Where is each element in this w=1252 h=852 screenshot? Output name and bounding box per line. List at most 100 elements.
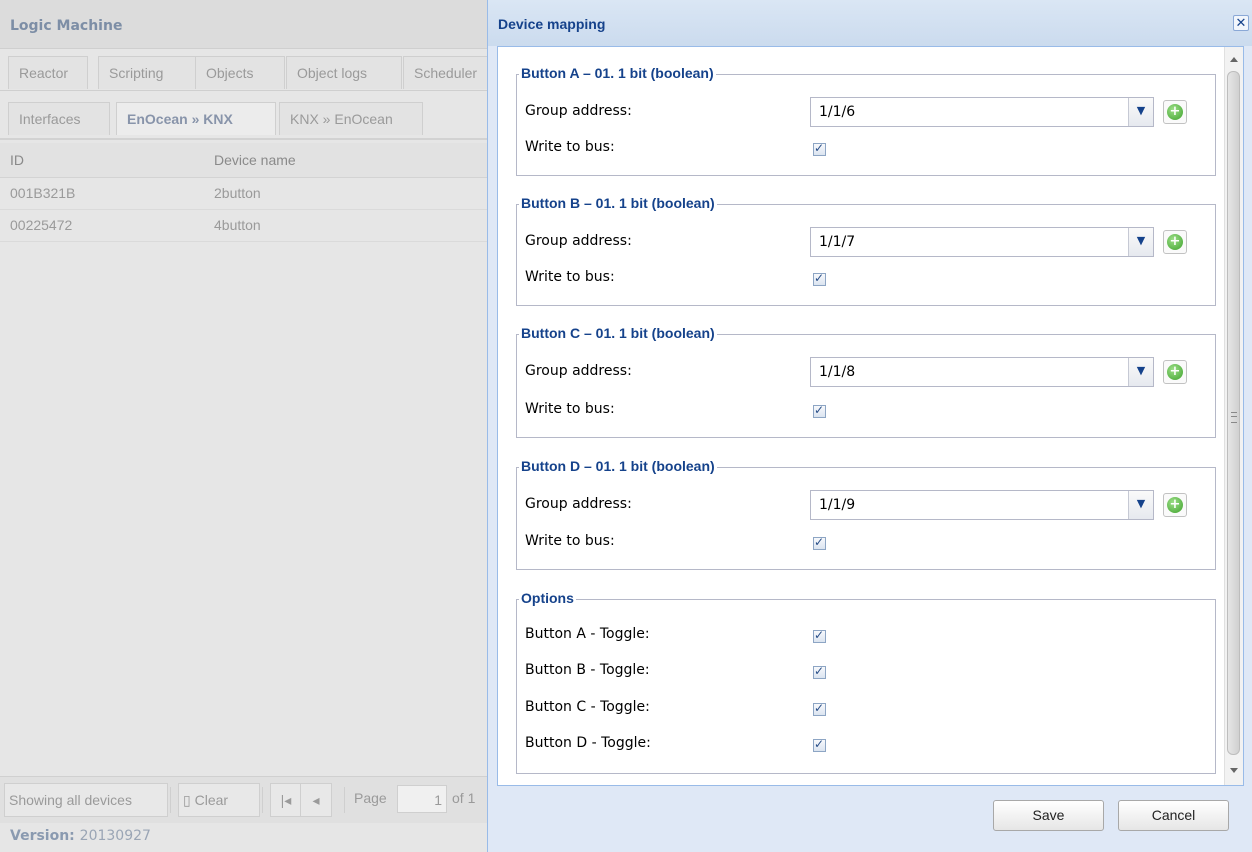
tab-scheduler[interactable]: Scheduler bbox=[403, 56, 489, 89]
write-to-bus-label: Write to bus: bbox=[525, 269, 615, 285]
add-group-address-button[interactable]: + bbox=[1163, 493, 1187, 517]
app-title: Logic Machine bbox=[10, 18, 123, 34]
prev-page-icon[interactable]: ◂ bbox=[300, 783, 332, 817]
toolbar-separator bbox=[262, 787, 263, 813]
fieldset-legend: Button D – 01. 1 bit (boolean) bbox=[519, 458, 717, 474]
group-address-label: Group address: bbox=[525, 496, 632, 512]
toggle-checkbox-a[interactable]: ✓ bbox=[813, 628, 826, 643]
fieldset-legend: Button B – 01. 1 bit (boolean) bbox=[519, 195, 717, 211]
fieldset-button-b: Button B – 01. 1 bit (boolean) Group add… bbox=[516, 195, 1216, 306]
scroll-down-icon[interactable] bbox=[1230, 768, 1238, 773]
tab-enocean-knx[interactable]: EnOcean » KNX bbox=[116, 102, 276, 135]
version-info: Version: 20130927 bbox=[10, 828, 151, 844]
row-device-name: 2button bbox=[214, 185, 261, 201]
chevron-down-icon: ▼ bbox=[1136, 104, 1146, 117]
toolbar-separator bbox=[170, 787, 171, 813]
write-to-bus-label: Write to bus: bbox=[525, 139, 615, 155]
group-address-value: 1/1/8 bbox=[819, 364, 856, 380]
group-address-combo[interactable]: 1/1/9 ▼ bbox=[810, 490, 1154, 520]
group-address-label: Group address: bbox=[525, 103, 632, 119]
fieldset-legend: Button C – 01. 1 bit (boolean) bbox=[519, 325, 717, 341]
page-number-input[interactable]: 1 bbox=[397, 785, 447, 813]
grid-header: ID Device name bbox=[0, 143, 487, 178]
toggle-label-d: Button D - Toggle: bbox=[525, 735, 651, 751]
write-to-bus-checkbox[interactable]: ✓ bbox=[813, 141, 826, 156]
tab-object-logs[interactable]: Object logs bbox=[286, 56, 402, 89]
background-app: Logic Machine Reactor Scripting Objects … bbox=[0, 0, 489, 852]
check-icon: ✓ bbox=[814, 141, 825, 155]
row-id: 00225472 bbox=[10, 217, 73, 233]
dropdown-trigger[interactable]: ▼ bbox=[1128, 228, 1153, 256]
write-to-bus-checkbox[interactable]: ✓ bbox=[813, 271, 826, 286]
clear-button[interactable]: ▯ Clear bbox=[178, 783, 260, 817]
row-device-name: 4button bbox=[214, 217, 261, 233]
plus-icon: + bbox=[1167, 234, 1183, 250]
group-address-value: 1/1/9 bbox=[819, 497, 856, 513]
dialog-title: Device mapping bbox=[498, 16, 606, 32]
chevron-down-icon: ▼ bbox=[1136, 497, 1146, 510]
plus-icon: + bbox=[1167, 104, 1183, 120]
main-tabs: Reactor Scripting Objects Object logs Sc… bbox=[0, 52, 489, 91]
write-to-bus-label: Write to bus: bbox=[525, 533, 615, 549]
check-icon: ✓ bbox=[814, 535, 825, 549]
page-label: Page bbox=[354, 790, 387, 806]
fieldset-options: Options Button A - Toggle: ✓ Button B - … bbox=[516, 590, 1216, 774]
check-icon: ✓ bbox=[814, 737, 825, 751]
group-address-combo[interactable]: 1/1/6 ▼ bbox=[810, 97, 1154, 127]
toggle-label-b: Button B - Toggle: bbox=[525, 662, 650, 678]
save-button[interactable]: Save bbox=[993, 800, 1104, 831]
cancel-button[interactable]: Cancel bbox=[1118, 800, 1229, 831]
device-mapping-dialog: Device mapping ✕ Button A – 01. 1 bit (b… bbox=[487, 0, 1252, 852]
sub-tabs: Interfaces EnOcean » KNX KNX » EnOcean bbox=[0, 98, 487, 140]
version-value: 20130927 bbox=[79, 828, 151, 844]
dropdown-trigger[interactable]: ▼ bbox=[1128, 358, 1153, 386]
toggle-label-c: Button C - Toggle: bbox=[525, 699, 650, 715]
fieldset-legend: Button A – 01. 1 bit (boolean) bbox=[519, 65, 716, 81]
toggle-checkbox-b[interactable]: ✓ bbox=[813, 664, 826, 679]
write-to-bus-checkbox[interactable]: ✓ bbox=[813, 535, 826, 550]
check-icon: ✓ bbox=[814, 701, 825, 715]
toggle-checkbox-c[interactable]: ✓ bbox=[813, 701, 826, 716]
trash-icon: ▯ bbox=[183, 792, 191, 808]
scroll-up-icon[interactable] bbox=[1230, 57, 1238, 62]
vertical-scrollbar[interactable] bbox=[1224, 47, 1243, 785]
group-address-combo[interactable]: 1/1/7 ▼ bbox=[810, 227, 1154, 257]
close-icon[interactable]: ✕ bbox=[1233, 15, 1249, 31]
version-label: Version: bbox=[10, 828, 75, 844]
dropdown-trigger[interactable]: ▼ bbox=[1128, 491, 1153, 519]
tab-scripting[interactable]: Scripting bbox=[98, 56, 196, 89]
group-address-value: 1/1/7 bbox=[819, 234, 856, 250]
app-title-bar: Logic Machine bbox=[0, 0, 487, 49]
plus-icon: + bbox=[1167, 497, 1183, 513]
plus-icon: + bbox=[1167, 364, 1183, 380]
dialog-body: Button A – 01. 1 bit (boolean) Group add… bbox=[497, 46, 1244, 786]
check-icon: ✓ bbox=[814, 271, 825, 285]
dropdown-trigger[interactable]: ▼ bbox=[1128, 98, 1153, 126]
dialog-header: Device mapping ✕ bbox=[488, 0, 1252, 46]
tab-knx-enocean[interactable]: KNX » EnOcean bbox=[279, 102, 423, 135]
add-group-address-button[interactable]: + bbox=[1163, 230, 1187, 254]
add-group-address-button[interactable]: + bbox=[1163, 360, 1187, 384]
clear-label: Clear bbox=[194, 792, 229, 808]
toggle-checkbox-d[interactable]: ✓ bbox=[813, 737, 826, 752]
write-to-bus-checkbox[interactable]: ✓ bbox=[813, 403, 826, 418]
fieldset-button-d: Button D – 01. 1 bit (boolean) Group add… bbox=[516, 458, 1216, 570]
scrollbar-thumb[interactable] bbox=[1227, 71, 1240, 755]
first-page-icon[interactable]: |◂ bbox=[270, 783, 302, 817]
group-address-label: Group address: bbox=[525, 233, 632, 249]
check-icon: ✓ bbox=[814, 403, 825, 417]
group-address-combo[interactable]: 1/1/8 ▼ bbox=[810, 357, 1154, 387]
toggle-label-a: Button A - Toggle: bbox=[525, 626, 650, 642]
column-id[interactable]: ID bbox=[10, 152, 24, 168]
tab-objects[interactable]: Objects bbox=[195, 56, 285, 89]
column-device-name[interactable]: Device name bbox=[214, 152, 296, 168]
add-group-address-button[interactable]: + bbox=[1163, 100, 1187, 124]
tab-interfaces[interactable]: Interfaces bbox=[8, 102, 110, 135]
showing-all-devices-button[interactable]: Showing all devices bbox=[4, 783, 168, 817]
paging-toolbar: Showing all devices ▯ Clear |◂ ◂ Page 1 … bbox=[0, 776, 487, 823]
tab-reactor[interactable]: Reactor bbox=[8, 56, 88, 89]
group-address-label: Group address: bbox=[525, 363, 632, 379]
toolbar-separator bbox=[344, 787, 345, 813]
table-row[interactable]: 00225472 4button bbox=[0, 210, 487, 242]
table-row[interactable]: 001B321B 2button bbox=[0, 178, 487, 210]
